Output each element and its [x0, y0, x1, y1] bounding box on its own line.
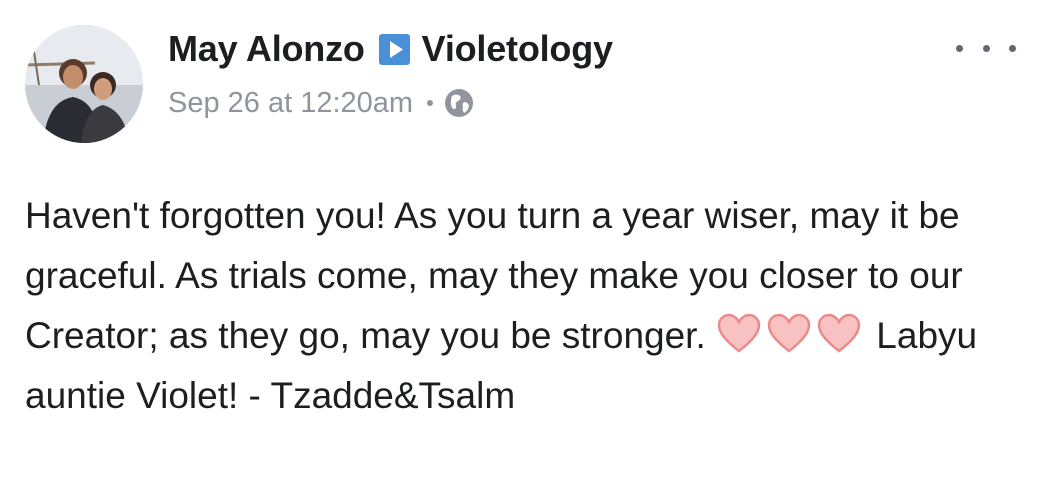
avatar[interactable] — [25, 25, 143, 143]
separator-dot — [427, 100, 434, 106]
heart-icon — [766, 312, 812, 354]
post-header: May Alonzo Violetology — [168, 26, 613, 72]
target-page-name[interactable]: Violetology — [422, 28, 613, 70]
shared-to-arrow-icon — [378, 33, 410, 65]
heart-icon — [716, 312, 762, 354]
post-timestamp[interactable]: Sep 26 at 12:20am — [168, 87, 413, 120]
facebook-post: May Alonzo Violetology Sep 26 at 12:20am… — [0, 0, 1047, 503]
more-options-icon[interactable] — [956, 36, 1016, 60]
post-message: Haven't forgotten you! As you turn a yea… — [25, 186, 1035, 426]
globe-icon[interactable] — [443, 87, 475, 119]
avatar-photo — [25, 25, 143, 143]
heart-icon — [816, 312, 862, 354]
author-name[interactable]: May Alonzo — [168, 28, 365, 70]
post-meta: Sep 26 at 12:20am — [168, 82, 475, 124]
